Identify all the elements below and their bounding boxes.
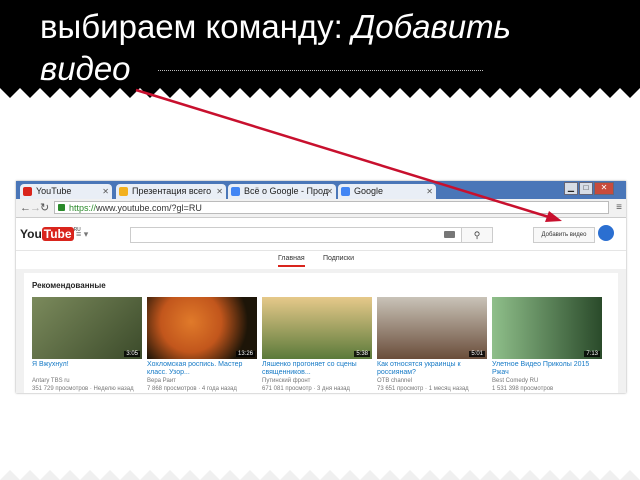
close-window-button[interactable]: ✕ [594, 182, 614, 195]
video-thumbnail[interactable]: 5:01 [377, 297, 487, 359]
zigzag-border-bottom [0, 470, 640, 480]
video-channel[interactable]: ОТВ channel [377, 377, 487, 385]
slide-title-italic: Добавить [352, 8, 511, 45]
video-stats: 351 729 просмотров · Неделю назад [32, 386, 134, 392]
avatar[interactable] [598, 225, 614, 241]
close-tab-icon[interactable]: ✕ [326, 184, 333, 199]
browser-tab-label: Всё о Google - Прод [244, 186, 329, 196]
zigzag-border-top [0, 88, 640, 98]
video-title[interactable]: Улетное Видео Приколы 2015 Ржач [492, 361, 602, 377]
google-favicon-icon [341, 187, 350, 196]
youtube-logo-you: You [20, 227, 42, 241]
video-duration: 3:05 [124, 351, 140, 357]
recommended-section: Рекомендованные 3:05 Я Вжухнул! Antary T… [24, 273, 618, 393]
reload-icon[interactable]: ↻ [40, 201, 49, 215]
video-stats: 73 651 просмотр · 1 месяц назад [377, 386, 469, 392]
youtube-logo[interactable]: You Tube RU [20, 227, 81, 241]
video-card[interactable]: 3:05 Я Вжухнул! Antary TBS ru 351 729 пр… [32, 297, 142, 393]
browser-tab-label: YouTube [36, 186, 72, 196]
youtube-tabs: Главная Подписки [16, 251, 626, 269]
video-stats: 671 081 просмотр · 3 дня назад [262, 386, 350, 392]
video-card[interactable]: 7:13 Улетное Видео Приколы 2015 Ржач Bes… [492, 297, 602, 393]
video-duration: 13:26 [235, 351, 255, 357]
youtube-header: You Tube RU ≡ ▾ ⚲ Добавить видео [16, 218, 626, 251]
video-duration: 5:01 [469, 351, 485, 357]
search-input[interactable] [130, 227, 462, 243]
content-area: Рекомендованные 3:05 Я Вжухнул! Antary T… [16, 269, 626, 393]
youtube-favicon-icon [23, 187, 32, 196]
video-thumbnail[interactable]: 7:13 [492, 297, 602, 359]
video-title[interactable]: Ляшенко прогоняет со сцены священников..… [262, 361, 372, 377]
section-title: Рекомендованные [32, 281, 106, 290]
slide-title-plain: выбираем команду: [40, 8, 353, 45]
search-button[interactable]: ⚲ [461, 227, 493, 243]
video-channel[interactable]: Best Comedy RU [492, 377, 602, 385]
url-path: www.youtube.com/?gl=RU [96, 203, 202, 213]
video-duration: 5:38 [354, 351, 370, 357]
maximize-button[interactable]: □ [579, 182, 593, 195]
video-card[interactable]: 5:01 Как относятся украинцы к россиянам?… [377, 297, 487, 393]
youtube-logo-tube: Tube [41, 227, 74, 241]
video-duration: 7:13 [584, 351, 600, 357]
video-stats: 1 531 398 просмотров [492, 386, 554, 392]
browser-menu-icon[interactable]: ≡ [616, 202, 622, 213]
browser-tab-presentation[interactable]: Презентация всего ✕ [116, 184, 226, 199]
browser-tab-google-products[interactable]: Всё о Google - Прод ✕ [228, 184, 336, 199]
google-favicon-icon [231, 187, 240, 196]
video-thumbnail[interactable]: 13:26 [147, 297, 257, 359]
search-icon: ⚲ [473, 230, 481, 240]
add-video-label: Добавить видео [541, 232, 587, 238]
close-tab-icon[interactable]: ✕ [426, 184, 433, 199]
video-card[interactable]: 13:26 Хохломская роспись. Мастер класс. … [147, 297, 257, 393]
browser-tabbar: YouTube ✕ Презентация всего ✕ Всё о Goog… [16, 181, 626, 199]
add-video-button[interactable]: Добавить видео [533, 227, 595, 243]
lock-icon [58, 204, 65, 211]
browser-screenshot: YouTube ✕ Презентация всего ✕ Всё о Goog… [16, 181, 626, 393]
video-stats: 7 868 просмотров · 4 года назад [147, 386, 237, 392]
presentation-favicon-icon [119, 187, 128, 196]
video-channel[interactable]: Antary TBS ru [32, 377, 142, 385]
slide-title-band: выбираем команду: Добавить видео [0, 0, 640, 88]
video-card[interactable]: 5:38 Ляшенко прогоняет со сцены священни… [262, 297, 372, 393]
browser-tab-youtube[interactable]: YouTube ✕ [20, 184, 112, 199]
url-scheme: https:// [69, 203, 97, 213]
video-channel[interactable]: Вера Раит [147, 377, 257, 385]
tab-subscriptions[interactable]: Подписки [323, 255, 354, 262]
close-tab-icon[interactable]: ✕ [102, 184, 109, 199]
browser-tab-label: Google [354, 186, 384, 196]
video-thumbnail[interactable]: 5:38 [262, 297, 372, 359]
dotted-divider [158, 70, 483, 71]
slide-title-line2: видео [40, 50, 131, 87]
address-bar-row: ← → ↻ https://www.youtube.com/?gl=RU ≡ [16, 199, 626, 218]
keyboard-icon[interactable] [444, 231, 455, 238]
url-input[interactable]: https://www.youtube.com/?gl=RU [54, 201, 609, 214]
video-title[interactable]: Хохломская роспись. Мастер класс. Узор..… [147, 361, 257, 377]
video-channel[interactable]: Путинский фронт [262, 377, 372, 385]
minimize-button[interactable]: ▁ [564, 182, 578, 195]
browser-tab-label: Презентация всего [132, 186, 212, 196]
guide-menu-icon[interactable]: ≡ ▾ [76, 229, 88, 240]
video-title[interactable]: Я Вжухнул! [32, 361, 142, 377]
close-tab-icon[interactable]: ✕ [216, 184, 223, 199]
video-title[interactable]: Как относятся украинцы к россиянам? [377, 361, 487, 377]
tab-home[interactable]: Главная [278, 255, 305, 267]
browser-tab-google[interactable]: Google ✕ [338, 184, 436, 199]
video-thumbnail[interactable]: 3:05 [32, 297, 142, 359]
slide-title: выбираем команду: Добавить [40, 6, 511, 48]
